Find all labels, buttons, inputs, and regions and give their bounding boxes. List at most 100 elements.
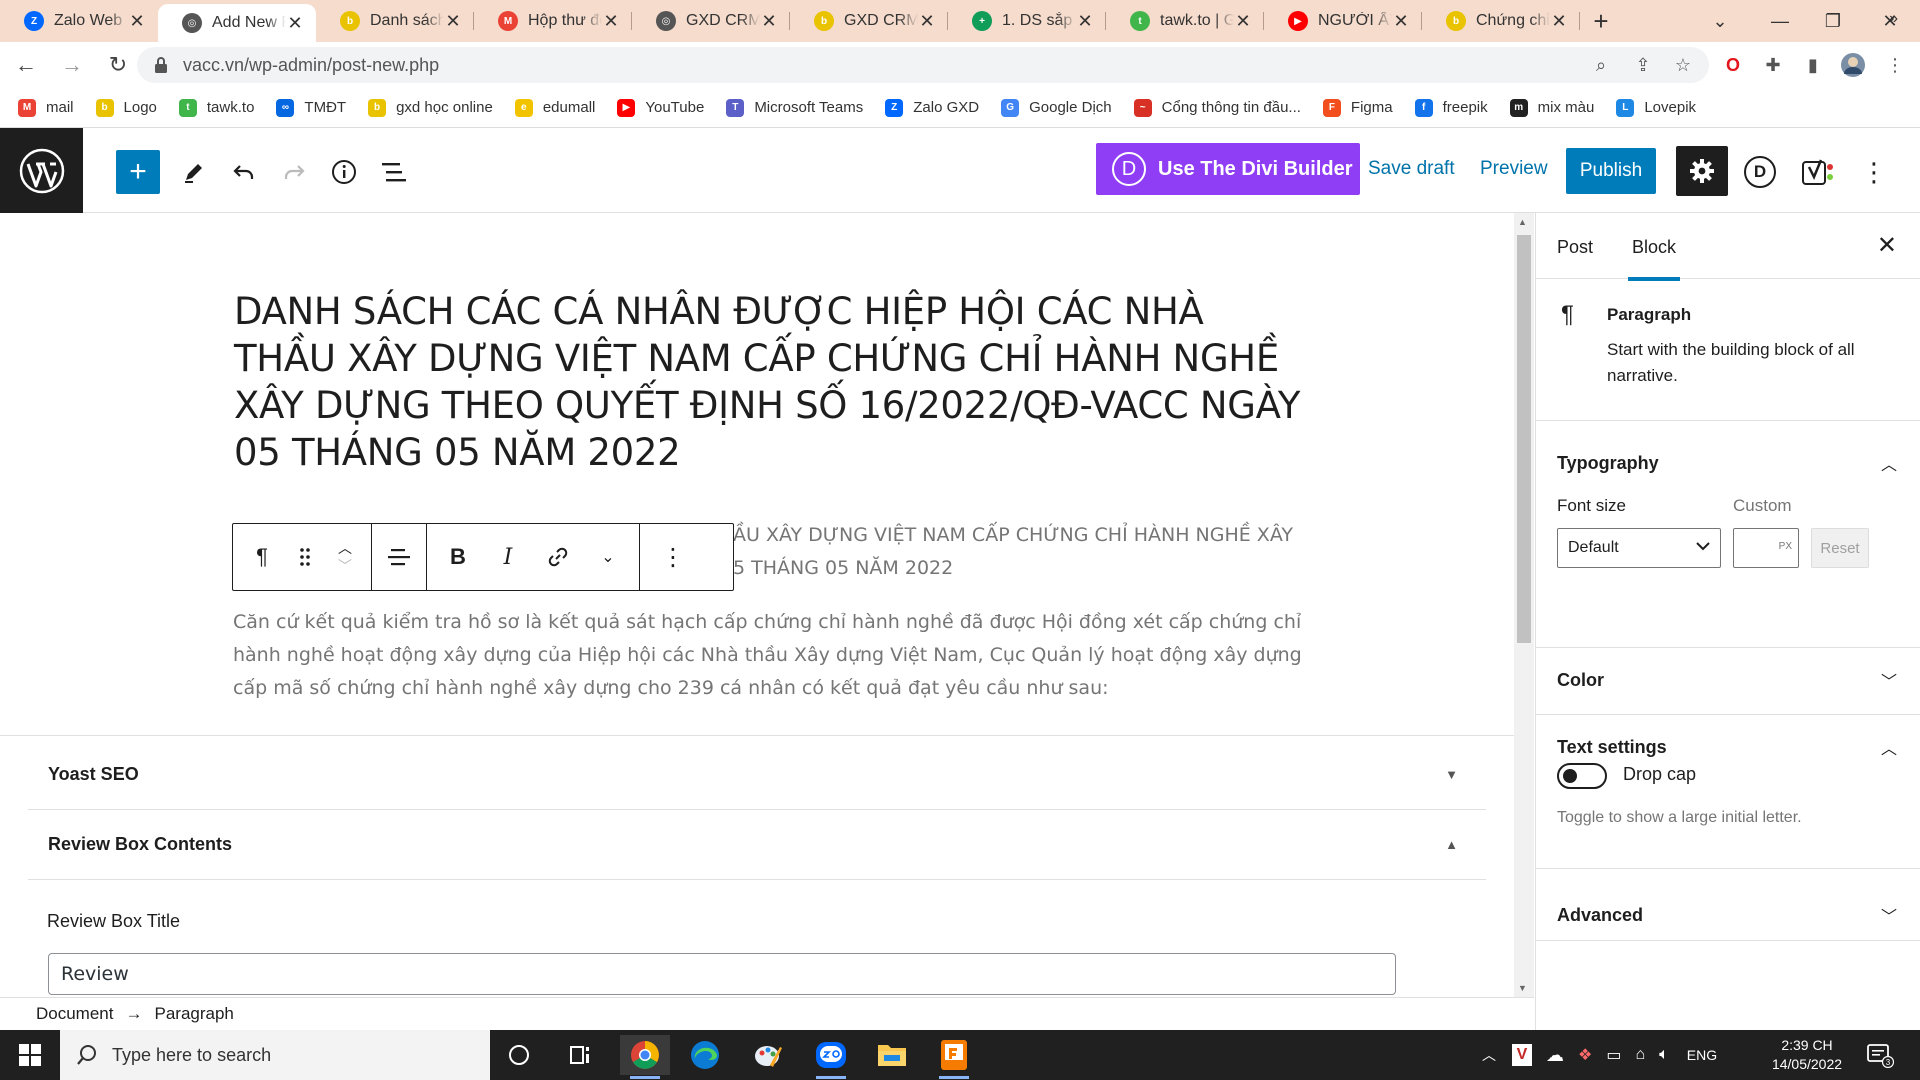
italic-icon[interactable]: I [483, 524, 533, 590]
paragraph-block-type-icon[interactable]: ¶ [237, 524, 287, 590]
options-menu-button[interactable]: ⋮ [1852, 150, 1896, 194]
close-tab-icon[interactable]: ✕ [444, 11, 462, 32]
advanced-panel-title[interactable]: Advanced [1557, 905, 1643, 926]
breadcrumb-paragraph[interactable]: Paragraph [154, 1004, 233, 1024]
undo-button[interactable] [222, 150, 266, 194]
scrollbar-thumb[interactable] [1517, 235, 1531, 643]
bookmark-item[interactable]: F Figma [1322, 98, 1393, 117]
chrome-menu-icon[interactable]: ⋮ [1882, 52, 1908, 78]
bookmark-item[interactable]: f freepik [1414, 98, 1488, 117]
bookmark-item[interactable]: Z Zalo GXD [885, 98, 979, 117]
browser-tab[interactable]: t tawk.to | Giao✕ [1106, 0, 1264, 42]
close-tab-icon[interactable]: ✕ [128, 11, 146, 32]
link-icon[interactable] [533, 524, 583, 590]
wordpress-logo-button[interactable] [0, 128, 83, 213]
taskbar-search[interactable]: Type here to search [60, 1030, 490, 1080]
save-draft-button[interactable]: Save draft [1368, 158, 1455, 180]
bookmark-item[interactable]: ∞ TMĐT [276, 98, 346, 117]
bookmark-item[interactable]: T Microsoft Teams [726, 98, 863, 117]
bookmarks-overflow-button[interactable]: » [1889, 10, 1898, 28]
bookmark-star-icon[interactable]: ☆ [1670, 52, 1696, 78]
foxit-pdf-taskbar-icon[interactable] [929, 1035, 979, 1079]
task-view-icon[interactable] [494, 1035, 544, 1075]
maximize-button[interactable]: ❐ [1803, 0, 1863, 42]
onedrive-cloud-icon[interactable]: ☁ [1546, 1045, 1564, 1066]
custom-font-size-input[interactable]: PX [1733, 528, 1799, 568]
list-view-button[interactable] [372, 150, 416, 194]
chevron-up-icon[interactable]: ︿ [1881, 735, 1897, 759]
input-language[interactable]: ENG [1687, 1047, 1717, 1063]
close-tab-icon[interactable]: ✕ [918, 11, 936, 32]
show-hidden-icons-chevron-icon[interactable]: ︿ [1482, 1045, 1496, 1065]
close-tab-icon[interactable]: ✕ [1234, 11, 1252, 32]
chrome-taskbar-icon[interactable] [620, 1035, 670, 1079]
typography-panel-title[interactable]: Typography [1557, 453, 1659, 474]
close-tab-icon[interactable]: ✕ [286, 13, 304, 34]
tab-post[interactable]: Post [1557, 237, 1593, 258]
minimize-button[interactable]: — [1750, 0, 1810, 42]
close-sidebar-icon[interactable]: ✕ [1877, 231, 1897, 260]
move-up-down-icon[interactable]: ︿ ﹀ [323, 524, 367, 590]
settings-button[interactable] [1676, 146, 1728, 196]
vietkey-tray-icon[interactable]: V [1512, 1044, 1532, 1066]
breadcrumb-document[interactable]: Document [36, 1004, 113, 1024]
browser-tab[interactable]: +1. DS sắp khai✕ [948, 0, 1106, 42]
close-tab-icon[interactable]: ✕ [1392, 11, 1410, 32]
bookmark-item[interactable]: ~ Cổng thông tin đầu... [1133, 98, 1301, 117]
reset-font-size-button[interactable]: Reset [1811, 528, 1869, 568]
add-block-button[interactable]: + [116, 150, 160, 194]
widgets-icon[interactable] [555, 1035, 605, 1075]
bold-icon[interactable]: B [433, 524, 483, 590]
align-icon[interactable] [372, 524, 426, 590]
forward-button[interactable]: → [52, 45, 92, 85]
drag-handle-icon[interactable] [287, 524, 323, 590]
bookmark-item[interactable]: m mix màu [1509, 98, 1594, 117]
yoast-seo-metabox[interactable]: Yoast SEO ▼ [28, 740, 1486, 810]
chevron-up-icon[interactable]: ︿ [1881, 451, 1897, 475]
close-tab-icon[interactable]: ✕ [760, 11, 778, 32]
zalo-taskbar-icon[interactable] [806, 1035, 856, 1079]
opera-extension-icon[interactable]: O [1720, 52, 1746, 78]
bookmark-item[interactable]: b Logo [95, 98, 157, 117]
color-panel[interactable]: Color ﹀ [1536, 648, 1920, 715]
divi-plugin-button[interactable]: D [1738, 150, 1782, 194]
publish-button[interactable]: Publish [1566, 148, 1656, 194]
chevron-down-icon[interactable]: ﹀ [1881, 668, 1897, 692]
browser-tab[interactable]: ▶ NGƯỜI ẤY ✕ [1264, 0, 1422, 42]
new-tab-button[interactable]: + [1580, 0, 1622, 42]
chevron-down-icon[interactable]: ﹀ [1881, 903, 1897, 927]
editor-scrollbar[interactable]: ▲ ▼ [1514, 213, 1534, 997]
back-button[interactable]: ← [6, 45, 46, 85]
address-bar[interactable]: vacc.vn/wp-admin/post-new.php [137, 47, 1709, 83]
app-tray-icon[interactable]: ❖ [1578, 1045, 1592, 1065]
browser-tab[interactable]: ◎ GXD CRM ✕ [632, 0, 790, 42]
advanced-panel[interactable]: Advanced ﹀ [1536, 869, 1920, 941]
bookmark-item[interactable]: b gxd học online [368, 98, 493, 117]
bookmark-item[interactable]: G Google Dịch [1001, 98, 1112, 117]
side-panel-icon[interactable]: ▮ [1800, 52, 1826, 78]
tab-search-chevron-icon[interactable]: ⌄ [1690, 0, 1750, 42]
edit-tools-button[interactable] [172, 150, 216, 194]
scroll-up-arrow-icon[interactable]: ▲ [1518, 217, 1527, 227]
browser-tab[interactable]: Z Zalo Web ✕ [0, 0, 158, 42]
file-explorer-taskbar-icon[interactable] [867, 1035, 917, 1075]
paint-taskbar-icon[interactable] [743, 1035, 793, 1075]
close-tab-icon[interactable]: ✕ [1076, 11, 1094, 32]
collapse-caret-down-icon[interactable]: ▼ [1445, 767, 1458, 782]
share-icon[interactable]: ⇪ [1630, 52, 1656, 78]
font-size-select[interactable]: Default [1557, 528, 1721, 568]
bookmark-item[interactable]: L Lovepik [1616, 98, 1696, 117]
details-button[interactable] [322, 150, 366, 194]
review-box-metabox[interactable]: Review Box Contents ▲ [28, 810, 1486, 880]
scroll-down-arrow-icon[interactable]: ▼ [1518, 983, 1527, 993]
bookmark-item[interactable]: e edumall [514, 98, 595, 117]
more-rich-text-chevron-icon[interactable]: ⌄ [583, 524, 633, 590]
text-settings-panel-title[interactable]: Text settings [1557, 737, 1667, 758]
collapse-caret-up-icon[interactable]: ▲ [1445, 837, 1458, 852]
browser-tab[interactable]: b Chứng chỉ hành✕ [1422, 0, 1580, 42]
close-tab-icon[interactable]: ✕ [602, 11, 620, 32]
profile-avatar[interactable] [1840, 52, 1866, 78]
paragraph-block-2[interactable]: Căn cứ kết quả kiểm tra hồ sơ là kết quả… [233, 606, 1303, 705]
post-title[interactable]: DANH SÁCH CÁC CÁ NHÂN ĐƯỢC HIỆP HỘI CÁC … [234, 288, 1304, 476]
reload-button[interactable]: ↻ [98, 45, 138, 85]
